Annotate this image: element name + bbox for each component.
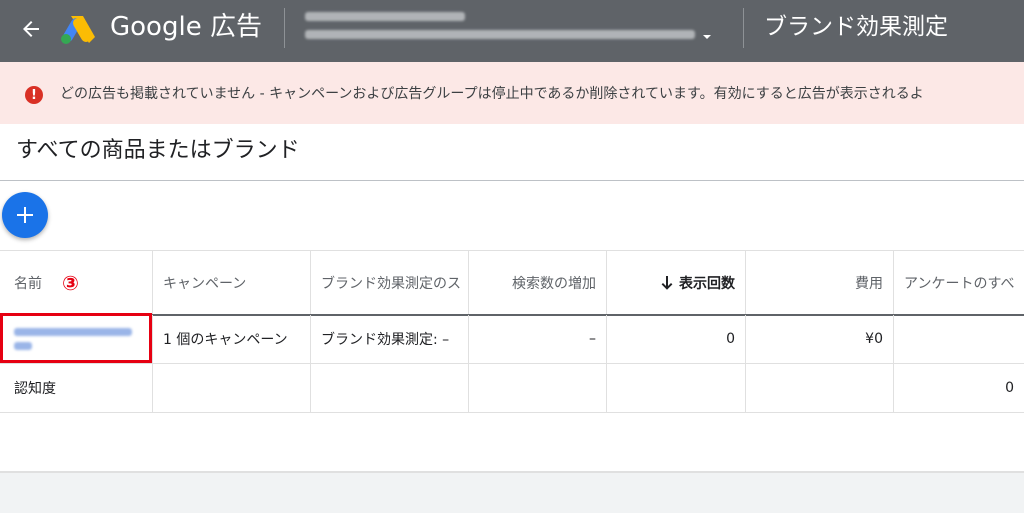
column-header-cost[interactable]: 費用 [746,251,894,314]
table-row: 1 個のキャンペーン ブランド効果測定: – – 0 ¥0 [0,315,1024,364]
alert-banner: ! どの広告も掲載されていません - キャンペーンおよび広告グループは停止中であ… [0,62,1024,124]
column-header-brand-lift-status[interactable]: ブランド効果測定のス [311,251,469,314]
cost-cell: ¥0 [746,315,894,363]
impressions-cell [607,364,746,412]
brand-lift-status-cell [311,364,469,412]
search-lift-cell [469,364,607,412]
brand-lift-status-cell: ブランド効果測定: – [311,315,469,363]
divider [284,8,285,48]
table-header: 名前 キャンペーン ブランド効果測定のス 検索数の増加 表示回数 費用 アンケー… [0,250,1024,316]
top-app-bar: Google 広告 ブランド効果測定 [0,0,1024,62]
arrow-down-icon [661,275,673,290]
main-panel: すべての商品またはブランド 名前 キャンペーン ブランド効果測定のス 検索数の増… [0,124,1024,472]
campaign-cell [153,364,311,412]
column-header-impressions[interactable]: 表示回数 [607,251,746,314]
table-row: 認知度 0 [0,364,1024,413]
survey-cell: 0 [1005,380,1014,396]
add-button[interactable] [2,192,48,238]
back-arrow-icon[interactable] [16,14,46,44]
column-header-label: 表示回数 [679,275,735,292]
impressions-cell: 0 [607,315,746,363]
page-title: ブランド効果測定 [764,14,948,40]
name-cell: 認知度 [0,364,153,412]
chevron-down-icon[interactable] [703,35,711,39]
survey-cell [894,315,1024,363]
divider [0,471,1024,473]
account-selector[interactable] [305,8,725,50]
annotation-marker: ③ [62,271,79,295]
campaign-link[interactable]: 1 個のキャンペーン [153,315,311,363]
cost-cell [746,364,894,412]
search-lift-cell: – [469,315,607,363]
column-header-survey[interactable]: アンケートのすべ [894,251,1024,314]
plus-icon [17,207,33,223]
data-table: 名前 キャンペーン ブランド効果測定のス 検索数の増加 表示回数 費用 アンケー… [0,250,1024,414]
annotation-highlight-box [0,313,152,363]
divider [0,180,1024,181]
column-header-search-lift[interactable]: 検索数の増加 [469,251,607,314]
google-ads-logo [58,12,96,46]
divider [743,8,744,48]
product-name: Google 広告 [110,12,262,42]
error-icon: ! [25,86,43,104]
column-header-campaign[interactable]: キャンペーン [153,251,311,314]
section-title: すべての商品またはブランド [16,138,300,163]
alert-message: どの広告も掲載されていません - キャンペーンおよび広告グループは停止中であるか… [60,86,924,102]
